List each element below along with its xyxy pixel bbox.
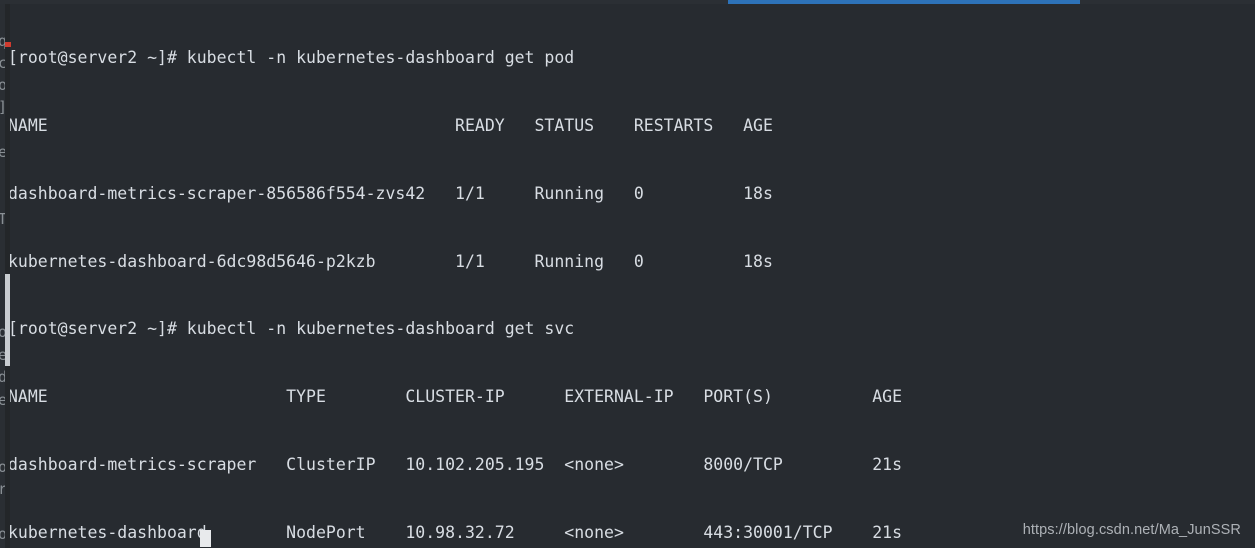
terminal-line: dashboard-metrics-scraper-856586f554-zvs… xyxy=(8,183,773,203)
csdn-watermark: https://blog.csdn.net/Ma_JunSSR xyxy=(1022,522,1241,538)
terminal-window[interactable]: q c o ] e T o e d e o r o [root@server2 … xyxy=(0,0,1255,548)
terminal-line: kubernetes-dashboard NodePort 10.98.32.7… xyxy=(8,522,903,542)
terminal-line: kubernetes-dashboard-6dc98d5646-p2kzb 1/… xyxy=(8,251,773,271)
terminal-cursor xyxy=(200,530,211,547)
terminal-line: NAME READY STATUS RESTARTS AGE xyxy=(8,115,773,135)
terminal-line: [root@server2 ~]# kubectl -n kubernetes-… xyxy=(8,319,575,339)
scrollbar-thumb[interactable] xyxy=(5,274,10,366)
terminal-output[interactable]: [root@server2 ~]# kubectl -n kubernetes-… xyxy=(8,2,982,548)
active-tab-underline[interactable] xyxy=(728,0,1080,4)
terminal-line: [root@server2 ~]# kubectl -n kubernetes-… xyxy=(8,48,575,68)
terminal-line: NAME TYPE CLUSTER-IP EXTERNAL-IP PORT(S)… xyxy=(8,387,903,407)
scrollbar-marker xyxy=(5,42,11,47)
terminal-line: dashboard-metrics-scraper ClusterIP 10.1… xyxy=(8,454,903,474)
